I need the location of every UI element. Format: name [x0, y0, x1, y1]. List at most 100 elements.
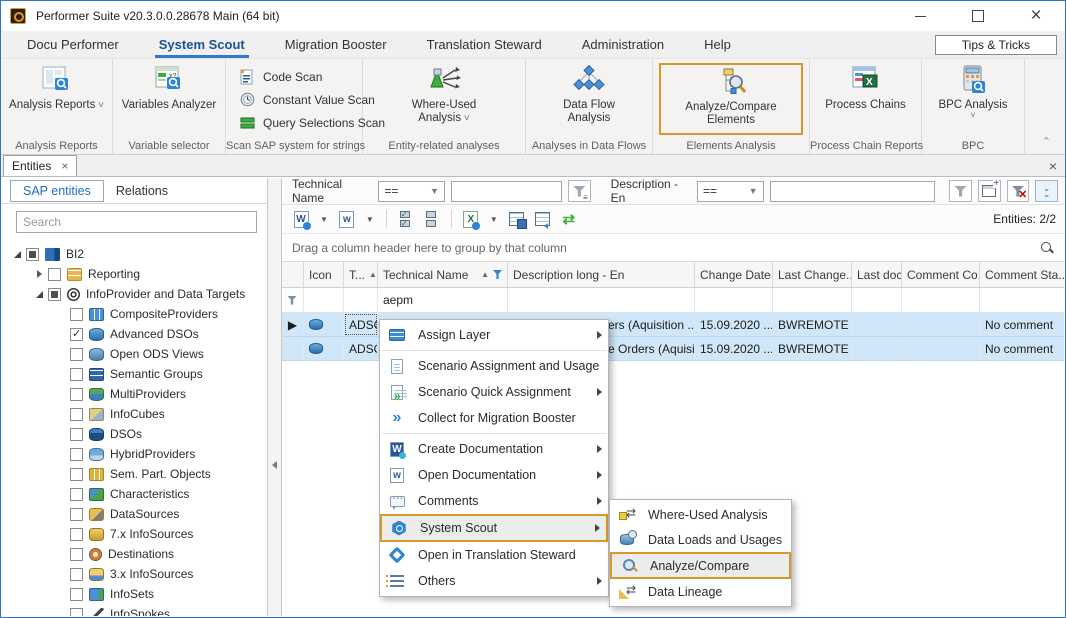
tree-item-label[interactable]: Reporting: [88, 267, 140, 281]
tree-item-label[interactable]: 7.x InfoSources: [110, 527, 193, 541]
checkbox[interactable]: [70, 488, 83, 501]
entities-tab-close-icon[interactable]: ×: [61, 159, 68, 173]
grid-search-icon[interactable]: [1040, 241, 1054, 255]
menu-item-assign-layer[interactable]: Assign Layer: [380, 322, 608, 348]
filter-cell-type[interactable]: [344, 288, 378, 312]
tree-item-sem-part-objects[interactable]: Sem. Part. Objects: [2, 464, 267, 484]
tree-item-destinations[interactable]: Destinations: [2, 544, 267, 564]
checkbox[interactable]: [70, 528, 83, 541]
filter-options-button[interactable]: ≡: [568, 180, 591, 202]
checkbox[interactable]: [70, 588, 83, 601]
submenu-item-data-loads[interactable]: Data Loads and Usages: [610, 527, 791, 552]
tab-translation-steward[interactable]: Translation Steward: [413, 31, 556, 58]
panel-splitter[interactable]: [268, 178, 282, 616]
expander-icon[interactable]: [30, 291, 48, 298]
row-last-doc-cell[interactable]: [852, 313, 902, 336]
tips-and-tricks-button[interactable]: Tips & Tricks: [935, 35, 1057, 55]
ribbon-collapse-chevron-icon[interactable]: ⌃: [1042, 135, 1065, 154]
tree-item-7x-infosources[interactable]: 7.x InfoSources: [2, 524, 267, 544]
tab-administration[interactable]: Administration: [568, 31, 678, 58]
tree-item-datasources[interactable]: DataSources: [2, 504, 267, 524]
analyze-compare-elements-button[interactable]: Analyze/Compare Elements: [659, 63, 803, 135]
tree-item-hybridproviders[interactable]: HybridProviders: [2, 444, 267, 464]
tree-item-infocubes[interactable]: InfoCubes: [2, 404, 267, 424]
row-comment-sta-cell[interactable]: No comment: [980, 313, 1064, 336]
tree-item-label[interactable]: Semantic Groups: [110, 367, 203, 381]
tree-search-input[interactable]: Search: [16, 211, 257, 233]
filter-cell-technical-name[interactable]: aepm: [378, 288, 508, 312]
row-comment-co-cell[interactable]: [902, 337, 980, 360]
excel-export-button[interactable]: X: [460, 208, 482, 230]
row-type-cell[interactable]: ADSO: [344, 337, 378, 360]
submenu-item-data-lineage[interactable]: Data Lineage: [610, 579, 791, 604]
tree-item-bi2[interactable]: BI2: [2, 244, 267, 264]
row-change-date-cell[interactable]: 15.09.2020 ...: [695, 337, 773, 360]
row-comment-co-cell[interactable]: [902, 313, 980, 336]
tree-item-label[interactable]: InfoSpokes: [110, 607, 170, 616]
menu-item-collect-migration-booster[interactable]: » Collect for Migration Booster: [380, 405, 608, 431]
filter-layout-button[interactable]: [978, 180, 1001, 202]
tree-item-label[interactable]: BI2: [66, 247, 84, 261]
checkbox[interactable]: [70, 328, 83, 341]
checkbox[interactable]: [70, 308, 83, 321]
checkbox[interactable]: [70, 448, 83, 461]
excel-export-dropdown-icon[interactable]: ▼: [486, 215, 502, 224]
expander-icon[interactable]: [8, 251, 26, 258]
column-header-last-change[interactable]: Last Change...: [773, 262, 852, 287]
restore-layout-button[interactable]: [532, 208, 554, 230]
column-header-type[interactable]: T...▲: [344, 262, 378, 287]
tree-item-label[interactable]: DSOs: [110, 427, 142, 441]
tree-item-label[interactable]: CompositeProviders: [110, 307, 218, 321]
technical-name-operator-select[interactable]: ==▼: [378, 181, 445, 202]
save-layout-button[interactable]: [506, 208, 528, 230]
tree-item-open-ods-views[interactable]: Open ODS Views: [2, 344, 267, 364]
tree-item-label[interactable]: InfoProvider and Data Targets: [86, 287, 245, 301]
tree-item-label[interactable]: HybridProviders: [110, 447, 195, 461]
technical-name-filter-input[interactable]: [451, 181, 562, 202]
process-chains-button[interactable]: X Process Chains: [814, 63, 916, 135]
code-scan-button[interactable]: Code Scan: [238, 65, 322, 88]
row-last-change-cell[interactable]: BWREMOTE: [773, 337, 852, 360]
tree-item-label[interactable]: DataSources: [110, 507, 179, 521]
column-header-change-date[interactable]: Change Date: [695, 262, 773, 287]
panel-close-icon[interactable]: ×: [1049, 158, 1057, 174]
tree-item-advanced-dsos[interactable]: Advanced DSOs: [2, 324, 267, 344]
filter-cell-last-doc[interactable]: [852, 288, 902, 312]
filter-cell-change-date[interactable]: [695, 288, 773, 312]
constant-value-scan-button[interactable]: Constant Value Scan: [238, 88, 375, 111]
checkbox[interactable]: [70, 548, 83, 561]
tab-migration-booster[interactable]: Migration Booster: [271, 31, 401, 58]
checkbox[interactable]: [70, 348, 83, 361]
word-export-dropdown-icon[interactable]: ▼: [316, 215, 332, 224]
description-filter-input[interactable]: [770, 181, 936, 202]
tree-item-characteristics[interactable]: Characteristics: [2, 484, 267, 504]
row-last-change-cell[interactable]: BWREMOTE: [773, 313, 852, 336]
column-header-last-doc[interactable]: Last doc.: [852, 262, 902, 287]
clear-filter-button[interactable]: ✕: [1007, 180, 1030, 202]
tree-item-multiproviders[interactable]: MultiProviders: [2, 384, 267, 404]
tree-item-label[interactable]: Characteristics: [110, 487, 189, 501]
checkbox[interactable]: [70, 388, 83, 401]
tree-item-infoprovider[interactable]: InfoProvider and Data Targets: [2, 284, 267, 304]
tab-sap-entities[interactable]: SAP entities: [10, 180, 104, 202]
where-used-analysis-button[interactable]: Where-Used Analysis: [369, 63, 518, 135]
tree-item-label[interactable]: MultiProviders: [110, 387, 186, 401]
analysis-reports-button[interactable]: Analysis Reports: [5, 63, 107, 135]
filter-cell-last-change[interactable]: [773, 288, 852, 312]
filter-cell-icon[interactable]: [304, 288, 344, 312]
uncheck-all-button[interactable]: [421, 208, 443, 230]
entities-document-tab[interactable]: Entities ×: [3, 155, 77, 176]
checkbox[interactable]: [70, 468, 83, 481]
tree-item-label[interactable]: InfoCubes: [110, 407, 165, 421]
checkbox[interactable]: [70, 408, 83, 421]
data-flow-analysis-button[interactable]: Data Flow Analysis: [531, 63, 647, 135]
description-operator-select[interactable]: ==▼: [697, 181, 764, 202]
tree-item-semantic-groups[interactable]: Semantic Groups: [2, 364, 267, 384]
word-export-button[interactable]: W: [290, 208, 312, 230]
column-header-technical-name[interactable]: Technical Name▲: [378, 262, 508, 287]
checkbox[interactable]: [70, 608, 83, 617]
row-change-date-cell[interactable]: 15.09.2020 ...: [695, 313, 773, 336]
submenu-item-where-used-analysis[interactable]: Where-Used Analysis: [610, 502, 791, 527]
menu-item-scenario-quick-assignment[interactable]: Scenario Quick Assignment: [380, 379, 608, 405]
tab-docu-performer[interactable]: Docu Performer: [13, 31, 133, 58]
